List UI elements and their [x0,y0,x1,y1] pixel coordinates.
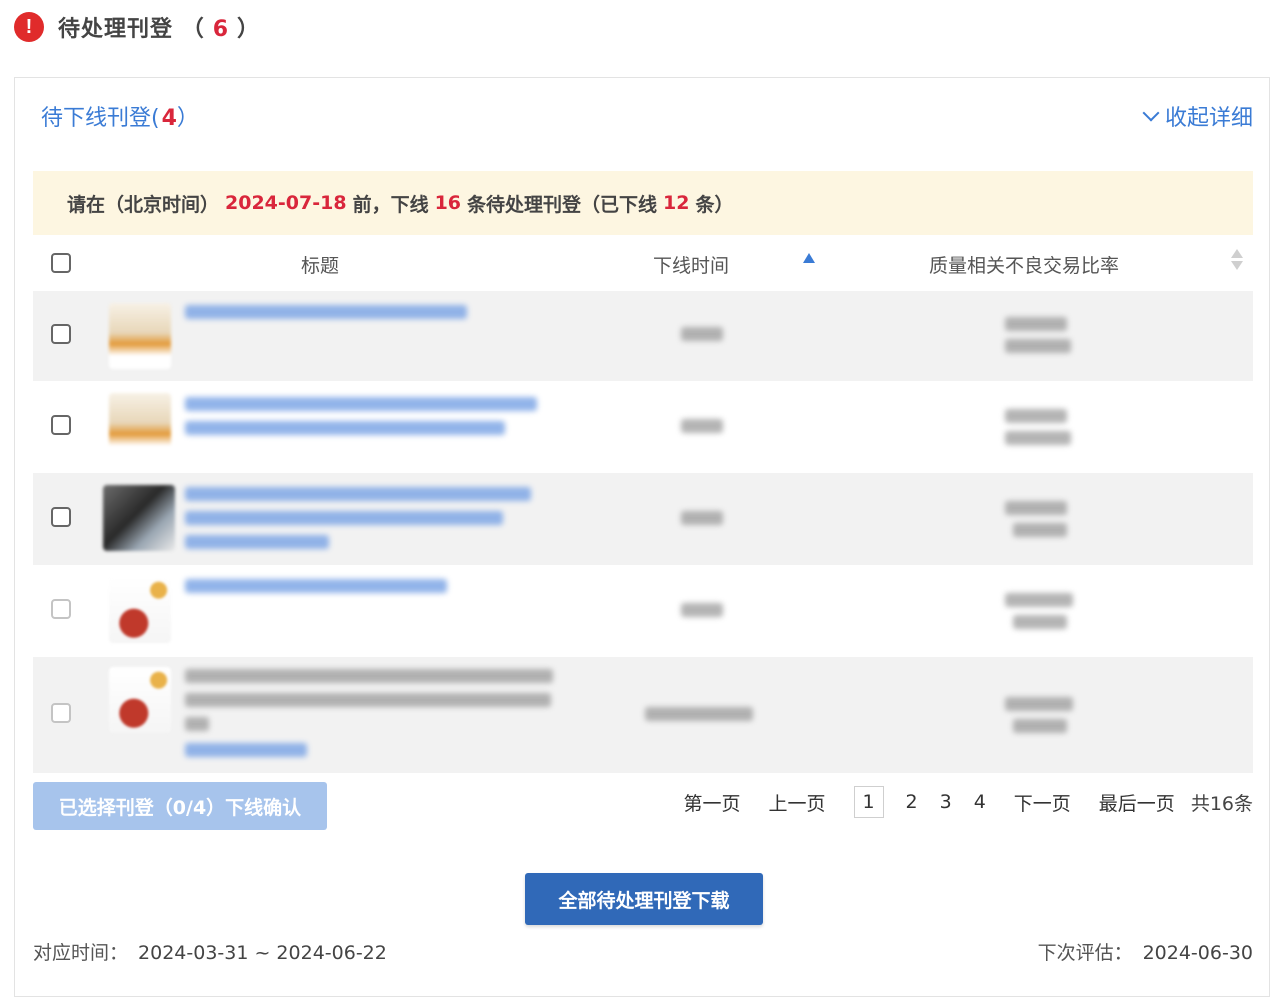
section-count: 4 [161,106,177,131]
column-title: 标题 [301,255,340,277]
listing-title-link[interactable] [185,579,447,593]
defect-rate-detail [1005,431,1071,445]
row-checkbox[interactable] [51,415,71,435]
sort-asc-icon[interactable] [803,253,815,263]
defect-rate-detail [1013,523,1067,537]
pagination: 第一页 上一页 1 2 3 4 下一页 最后一页 共16条 [683,784,1253,820]
column-defect-rate[interactable]: 质量相关不良交易比率 [929,251,1119,278]
column-offline-time[interactable]: 下线时间 [653,251,729,278]
offline-time-value [645,707,753,721]
pending-count: 6 [212,17,230,42]
listing-title-text-line2 [185,693,551,707]
listing-title-link-line2[interactable] [185,421,505,435]
select-all-checkbox[interactable] [51,253,71,273]
offline-time-value [681,603,723,617]
deadline-date: 2024-07-18 [225,192,347,214]
current-page[interactable]: 1 [853,786,884,818]
next-evaluation-info: 下次评估： 2024-06-30 [1037,942,1253,964]
defect-rate-detail [1005,339,1071,353]
defect-rate-value [1005,593,1073,607]
download-all-button[interactable]: 全部待处理刊登下载 [525,873,763,925]
prev-page-link[interactable]: 上一页 [768,789,825,816]
row-checkbox[interactable] [51,599,71,619]
offline-time-value [681,327,723,341]
offline-total-count: 16 [434,192,462,214]
listing-title-link[interactable] [185,487,531,501]
chevron-down-icon [1142,104,1160,122]
page-link-2[interactable]: 2 [906,791,918,813]
defect-rate-value [1005,697,1073,711]
defect-rate-value [1005,501,1067,515]
pending-offline-panel: 待下线刊登(4） 收起详细 请在（北京时间） 2024-07-18 前，下线 1… [14,77,1270,997]
defect-rate-value [1005,409,1067,423]
listing-title-text-line3 [185,717,209,731]
listing-title-link-line3[interactable] [185,535,329,549]
last-page-link[interactable]: 最后一页 [1099,789,1175,816]
listing-title-link[interactable] [185,397,537,411]
sort-icon[interactable] [1231,249,1243,270]
row-checkbox[interactable] [51,703,71,723]
section-title: 待下线刊登(4） [41,106,199,131]
listing-title-text [185,669,553,683]
table-row [33,291,1253,381]
total-count: 共16条 [1190,792,1253,815]
period-value: 2024-03-31 ~ 2024-06-22 [138,942,387,964]
offline-time-value [681,419,723,433]
product-thumbnail[interactable] [109,303,171,369]
offline-time-value [681,511,723,525]
table-row [33,565,1253,657]
page-link-3[interactable]: 3 [940,791,952,813]
next-evaluation-value: 2024-06-30 [1142,942,1253,964]
page-header: ! 待处理刊登 （6） [14,10,260,44]
product-thumbnail[interactable] [109,393,171,459]
confirm-offline-button[interactable]: 已选择刊登（0/4）下线确认 [33,782,327,830]
row-checkbox[interactable] [51,507,71,527]
table-row [33,473,1253,565]
table-header: 标题 下线时间 质量相关不良交易比率 [33,235,1253,291]
listing-status-link[interactable] [185,743,307,757]
product-thumbnail[interactable] [109,577,171,643]
alert-icon: ! [14,12,44,42]
row-checkbox[interactable] [51,324,71,344]
period-info: 对应时间： 2024-03-31 ~ 2024-06-22 [33,942,387,964]
offline-done-count: 12 [663,192,690,214]
defect-rate-value [1005,317,1067,331]
table-row [33,657,1253,773]
page-title: 待处理刊登 （6） [58,17,261,42]
first-page-link[interactable]: 第一页 [683,789,740,816]
product-thumbnail[interactable] [109,667,171,733]
defect-rate-detail [1013,615,1067,629]
product-thumbnail[interactable] [103,485,175,551]
next-page-link[interactable]: 下一页 [1014,789,1071,816]
listing-title-link-line2[interactable] [185,511,503,525]
listings-table: 标题 下线时间 质量相关不良交易比率 [33,235,1253,773]
page-link-4[interactable]: 4 [974,791,986,813]
table-row [33,381,1253,473]
deadline-notice: 请在（北京时间） 2024-07-18 前，下线 16 条待处理刊登（已下线 1… [33,171,1253,235]
defect-rate-detail [1013,719,1067,733]
collapse-details-link[interactable]: 收起详细 [1142,100,1253,132]
listing-title-link[interactable] [185,305,467,319]
